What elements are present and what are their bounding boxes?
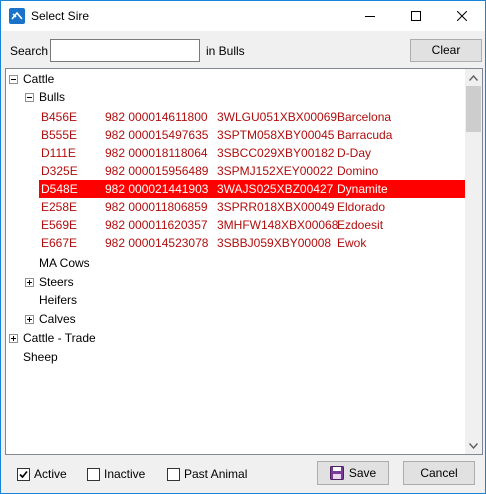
tree-scrollbar[interactable]: [465, 69, 482, 454]
scroll-up-button[interactable]: [465, 69, 482, 86]
active-label: Active: [34, 467, 67, 481]
search-label: Search: [10, 44, 49, 58]
cancel-button[interactable]: Cancel: [403, 461, 475, 485]
clear-button[interactable]: Clear: [410, 39, 482, 62]
expand-steers-toggle[interactable]: [25, 278, 34, 287]
sire-tree: Cattle Bulls B456E 982 000014611800 3WLG…: [5, 68, 483, 455]
bull-name: Ezdoesit: [337, 218, 384, 232]
search-scope-label: in Bulls: [206, 44, 245, 58]
bull-row[interactable]: B555E 982 000015497635 3SPTM058XBY00045 …: [39, 126, 470, 144]
bull-name: D-Day: [337, 146, 372, 160]
save-label: Save: [348, 466, 377, 480]
bull-row[interactable]: D325E 982 000015956489 3SPMJ152XEY00022 …: [39, 162, 470, 180]
expand-calves-toggle[interactable]: [25, 315, 34, 324]
bull-name: Domino: [337, 164, 379, 178]
tree-node-steers[interactable]: Steers: [39, 273, 74, 291]
bull-row[interactable]: E258E 982 000011806859 3SPRR018XBX00049 …: [39, 198, 470, 216]
bull-name: Ewok: [337, 236, 367, 250]
maximize-icon: [411, 11, 421, 21]
bull-nlis: 982 000015497635: [105, 128, 209, 142]
close-button[interactable]: [439, 1, 485, 31]
past-animal-label: Past Animal: [184, 467, 248, 481]
inactive-checkbox[interactable]: Inactive: [87, 466, 145, 482]
bull-code: 3SBCC029XBY00182: [217, 146, 335, 160]
bull-code: 3SPTM058XBY00045: [217, 128, 335, 142]
tree-node-sheep[interactable]: Sheep: [23, 348, 58, 366]
tree-node-calves[interactable]: Calves: [39, 310, 76, 328]
bull-id: E667E: [41, 236, 78, 250]
bull-nlis: 982 000014523078: [105, 236, 209, 250]
minimize-button[interactable]: [347, 1, 393, 31]
bull-nlis: 982 000011620357: [105, 218, 208, 232]
select-sire-dialog: Select Sire Search in Bulls Clear Cattle…: [0, 0, 486, 494]
app-logo-icon: [9, 8, 25, 24]
window-title: Select Sire: [31, 9, 90, 23]
title-bar: Select Sire: [1, 1, 485, 31]
bull-code: 3WAJS025XBZ00427: [217, 182, 334, 196]
collapse-bulls-toggle[interactable]: [25, 93, 34, 102]
bull-row[interactable]: E667E 982 000014523078 3SBBJ059XBY00008 …: [39, 234, 470, 252]
bull-id: E569E: [41, 218, 78, 232]
bull-name: Barcelona: [337, 110, 392, 124]
scroll-down-button[interactable]: [465, 437, 482, 454]
inactive-checkbox-box[interactable]: [87, 467, 100, 481]
tree-node-ma-cows[interactable]: MA Cows: [39, 254, 90, 272]
active-checkbox-box[interactable]: [17, 467, 30, 481]
bull-nlis: 982 000011806859: [105, 200, 208, 214]
bull-code: 3SBBJ059XBY00008: [217, 236, 332, 250]
bull-row[interactable]: D111E 982 000018118064 3SBCC029XBY00182 …: [39, 144, 470, 162]
bull-code: 3SPMJ152XEY00022: [217, 164, 334, 178]
expand-cattle-trade-toggle[interactable]: [9, 334, 18, 343]
checkmark-icon: [19, 470, 28, 478]
bull-nlis: 982 000014611800: [105, 110, 208, 124]
bull-code: 3SPRR018XBX00049: [217, 200, 335, 214]
tree-node-bulls[interactable]: Bulls: [39, 88, 65, 106]
bull-row-selected[interactable]: D548E 982 000021441903 3WAJS025XBZ00427 …: [39, 180, 470, 198]
collapse-cattle-toggle[interactable]: [9, 75, 18, 84]
bottom-bar: Active Inactive Past Animal Save Cancel: [1, 456, 485, 493]
bull-id: D548E: [41, 182, 78, 196]
bull-name: Dynamite: [337, 182, 388, 196]
past-animal-checkbox-box[interactable]: [167, 467, 180, 481]
bull-name: Eldorado: [337, 200, 386, 214]
search-bar: Search in Bulls Clear: [1, 31, 485, 68]
bull-code: 3MHFW148XBX00068: [217, 218, 339, 232]
bull-code: 3WLGU051XBX00069: [217, 110, 338, 124]
bull-id: B555E: [41, 128, 78, 142]
bull-nlis: 982 000015956489: [105, 164, 209, 178]
maximize-button[interactable]: [393, 1, 439, 31]
active-checkbox[interactable]: Active: [17, 466, 67, 482]
tree-node-cattle[interactable]: Cattle: [23, 70, 54, 88]
past-animal-checkbox[interactable]: Past Animal: [167, 466, 247, 482]
inactive-label: Inactive: [104, 467, 146, 481]
bull-id: D111E: [41, 146, 76, 160]
chevron-down-icon: [469, 442, 478, 449]
chevron-up-icon: [469, 74, 478, 81]
bull-id: D325E: [41, 164, 78, 178]
bull-row[interactable]: E569E 982 000011620357 3MHFW148XBX00068 …: [39, 216, 470, 234]
save-button[interactable]: Save: [317, 461, 389, 485]
close-icon: [457, 11, 467, 21]
bull-row[interactable]: B456E 982 000014611800 3WLGU051XBX00069 …: [39, 108, 470, 126]
tree-node-cattle-trade[interactable]: Cattle - Trade: [23, 329, 96, 347]
bull-name: Barracuda: [337, 128, 393, 142]
floppy-disk-icon: [329, 466, 344, 480]
bull-id: E258E: [41, 200, 78, 214]
search-input[interactable]: [50, 39, 200, 62]
bull-nlis: 982 000018118064: [105, 146, 208, 160]
bull-id: B456E: [41, 110, 78, 124]
minimize-icon: [365, 16, 375, 17]
tree-node-heifers[interactable]: Heifers: [39, 291, 77, 309]
scroll-thumb[interactable]: [466, 86, 481, 132]
bull-nlis: 982 000021441903: [105, 182, 209, 196]
